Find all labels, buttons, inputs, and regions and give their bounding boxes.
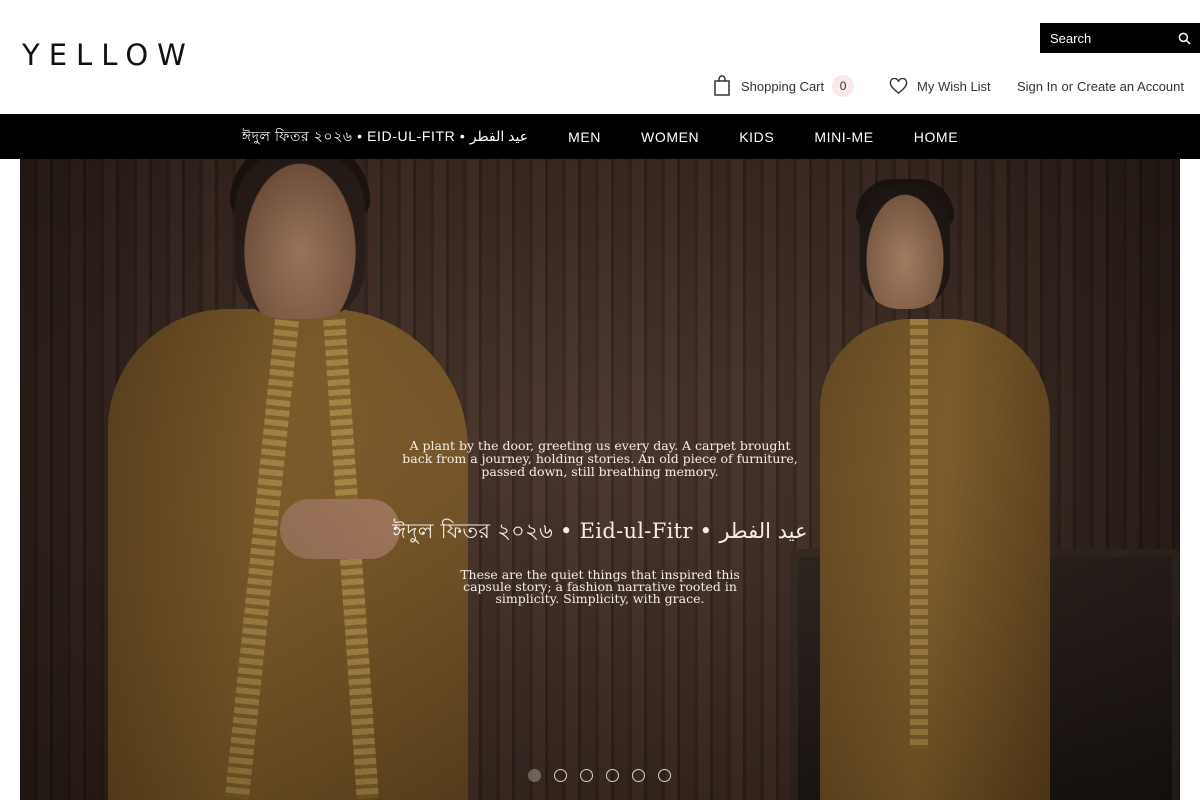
wishlist-label: My Wish List [917,78,991,94]
nav-item-home[interactable]: HOME [914,129,958,145]
search-icon [1178,32,1191,45]
nav-item-eid[interactable]: ঈদুল ফিতর ২০২৬ • EID-UL-FITR • عيد الفطر [242,125,528,149]
hero-headline: ঈদুল ফিতর ২০২৬ • Eid-ul-Fitr • عيد الفطر [392,519,808,543]
nav-item-women[interactable]: WOMEN [641,129,699,145]
heart-icon [889,77,908,94]
nav-item-men[interactable]: MEN [568,129,601,145]
slider-pagination [528,769,671,782]
hero-outro-line: simplicity. Simplicity, with grace. [495,591,705,606]
or-separator: or [1061,78,1074,94]
brand-logo[interactable]: YELLOW [22,38,195,72]
sign-in-link[interactable]: Sign In [1017,79,1057,94]
site-header: YELLOW Shopping Cart 0 My Wish List Sign… [0,0,1200,114]
slider-dot[interactable] [554,769,567,782]
search-button[interactable] [1170,23,1198,53]
shopping-cart-link[interactable]: Shopping Cart 0 [712,74,855,98]
slider-dot[interactable] [528,769,541,782]
slider-dot[interactable] [658,769,671,782]
nav-item-mini-me[interactable]: MINI-ME [814,129,873,145]
wishlist-link[interactable]: My Wish List [889,74,991,98]
create-account-link[interactable]: Create an Account [1077,79,1184,94]
nav-item-kids[interactable]: KIDS [739,129,774,145]
slider-dot[interactable] [632,769,645,782]
hero-overlay [20,159,1180,800]
main-navigation: ঈদুল ফিতর ২০২৬ • EID-UL-FITR • عيد الفطر… [0,114,1200,159]
hero-intro-text: A plant by the door, greeting us every d… [20,439,1180,478]
search-input[interactable] [1040,30,1170,46]
hero-outro-text: These are the quiet things that inspired… [20,568,1180,606]
search-box [1040,23,1200,53]
cart-label: Shopping Cart [741,78,825,94]
shopping-bag-icon [714,75,730,96]
slider-dot[interactable] [580,769,593,782]
hero-intro-line: passed down, still breathing memory. [481,464,719,479]
account-links: Sign In or Create an Account [1017,74,1184,98]
slider-dot[interactable] [606,769,619,782]
hero-banner[interactable]: A plant by the door, greeting us every d… [20,159,1180,800]
cart-count-badge: 0 [832,75,855,97]
